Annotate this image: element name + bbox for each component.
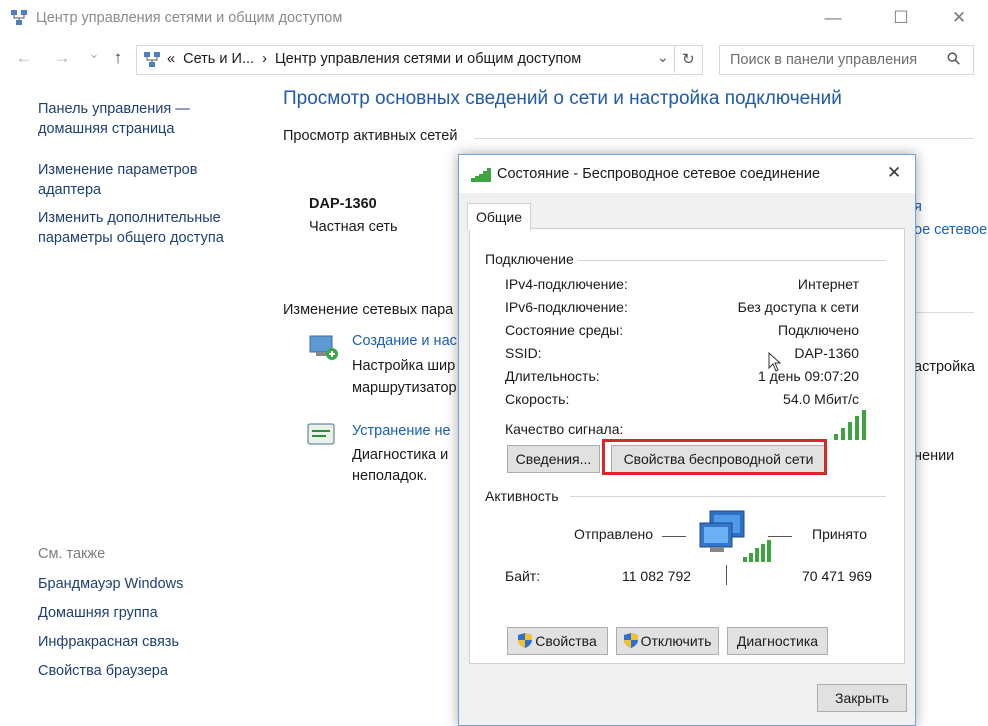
recent-pages-button[interactable]: ⌄ bbox=[82, 42, 106, 66]
activity-divider bbox=[726, 565, 727, 585]
troubleshoot-icon bbox=[307, 423, 335, 445]
create-connection-desc-right: астройка bbox=[914, 359, 975, 375]
create-connection-desc-1: Настройка шир bbox=[352, 358, 456, 374]
disable-button-label: Отключить bbox=[640, 633, 712, 649]
ipv6-value: Без доступа к сети bbox=[737, 299, 859, 315]
media-state-value: Подключено bbox=[778, 322, 859, 338]
sidebar-item-label: домашняя страница bbox=[38, 121, 175, 137]
diagnose-button[interactable]: Диагностика bbox=[727, 627, 828, 655]
new-connection-icon bbox=[309, 335, 338, 360]
active-networks-heading: Просмотр активных сетей bbox=[283, 128, 458, 144]
change-settings-heading: Изменение сетевых пара bbox=[283, 302, 454, 318]
sent-line bbox=[662, 536, 686, 537]
received-line bbox=[768, 536, 792, 537]
details-button[interactable]: Сведения... bbox=[507, 445, 600, 473]
breadcrumb: « Сеть и И... › Центр управления сетями … bbox=[167, 51, 581, 67]
sidebar-item-label: Панель управления — bbox=[38, 101, 190, 117]
network-center-icon bbox=[144, 52, 160, 67]
breadcrumb-separator[interactable]: › bbox=[262, 51, 267, 67]
search-box[interactable]: ⚲ bbox=[719, 45, 974, 75]
tab-general-label: Общие bbox=[476, 209, 523, 225]
activity-signal-icon bbox=[743, 540, 771, 562]
close-dialog-button[interactable]: Закрыть bbox=[817, 684, 907, 712]
sidebar-item-browser[interactable]: Свойства браузера bbox=[38, 661, 168, 681]
address-expand-button[interactable]: ⌄ bbox=[657, 49, 669, 66]
ssid-label: SSID: bbox=[505, 345, 542, 361]
connection-link[interactable]: ое сетевое bbox=[914, 222, 987, 238]
network-type: Частная сеть bbox=[309, 219, 398, 235]
sidebar-item-firewall[interactable]: Брандмауэр Windows bbox=[38, 574, 183, 594]
sidebar-item-sharing[interactable]: Изменить дополнительные параметры общего… bbox=[38, 208, 224, 248]
sidebar-item-infrared[interactable]: Инфракрасная связь bbox=[38, 632, 179, 652]
address-bar[interactable]: « Сеть и И... › Центр управления сетями … bbox=[136, 45, 703, 75]
dialog-close-icon[interactable]: ✕ bbox=[887, 163, 901, 183]
disable-button[interactable]: Отключить bbox=[616, 627, 719, 655]
search-input[interactable] bbox=[728, 49, 947, 71]
window-title: Центр управления сетями и общим доступом bbox=[36, 10, 343, 26]
speed-label: Скорость: bbox=[505, 391, 570, 407]
properties-button[interactable]: Свойства bbox=[507, 627, 608, 655]
ipv4-value: Интернет bbox=[797, 276, 859, 292]
group-divider bbox=[570, 496, 886, 497]
signal-quality-icon bbox=[834, 410, 874, 440]
bytes-label: Байт: bbox=[505, 568, 541, 584]
shield-icon bbox=[623, 633, 638, 648]
connection-group-label: Подключение bbox=[485, 251, 574, 267]
back-button[interactable]: ← bbox=[12, 46, 36, 70]
properties-button-label: Свойства bbox=[535, 633, 597, 649]
see-also-heading: См. также bbox=[38, 546, 106, 562]
troubleshoot-desc-2: неполадок. bbox=[352, 468, 428, 484]
breadcrumb-item-current[interactable]: Центр управления сетями и общим доступом bbox=[275, 51, 581, 67]
group-divider bbox=[578, 260, 886, 261]
troubleshoot-desc-right: нении bbox=[914, 448, 955, 464]
ipv6-label: IPv6-подключение: bbox=[505, 299, 628, 315]
sidebar-item-label: Изменить дополнительные bbox=[38, 210, 221, 226]
speed-value: 54.0 Мбит/с bbox=[783, 391, 859, 407]
ssid-value: DAP-1360 bbox=[794, 345, 859, 361]
network-name: DAP-1360 bbox=[309, 196, 377, 212]
shield-icon bbox=[518, 633, 533, 648]
media-state-label: Состояние среды: bbox=[505, 322, 624, 338]
received-label: Принято bbox=[812, 526, 868, 542]
create-connection-desc-2: маршрутизатор bbox=[352, 380, 457, 396]
dialog-title-bar: Состояние - Беспроводное сетевое соедине… bbox=[459, 155, 915, 193]
sidebar-item-label: параметры общего доступа bbox=[38, 230, 224, 246]
divider bbox=[914, 312, 974, 313]
sidebar-item-homegroup[interactable]: Домашняя группа bbox=[38, 603, 158, 623]
status-dialog: Состояние - Беспроводное сетевое соедине… bbox=[458, 154, 916, 726]
wifi-signal-icon bbox=[471, 168, 491, 182]
tab-general[interactable]: Общие bbox=[467, 203, 531, 230]
sidebar-item-label: Изменение параметров bbox=[38, 162, 198, 178]
forward-button[interactable]: → bbox=[50, 46, 74, 70]
signal-quality-label: Качество сигнала: bbox=[505, 421, 624, 437]
refresh-icon[interactable]: ↻ bbox=[682, 50, 695, 68]
address-divider bbox=[674, 45, 675, 73]
bytes-received-value: 70 471 969 bbox=[802, 568, 873, 584]
mouse-cursor-icon bbox=[768, 352, 782, 372]
up-button[interactable]: ↑ bbox=[106, 46, 130, 70]
breadcrumb-overflow[interactable]: « bbox=[167, 51, 175, 67]
highlight-box bbox=[602, 439, 827, 475]
troubleshoot-link[interactable]: Устранение не bbox=[352, 423, 451, 439]
sidebar-item-adapter[interactable]: Изменение параметров адаптера bbox=[38, 160, 197, 200]
network-center-icon bbox=[11, 10, 27, 25]
sidebar-item-label: адаптера bbox=[38, 182, 102, 198]
close-window-button[interactable]: ✕ bbox=[936, 2, 982, 34]
sent-label: Отправлено bbox=[574, 526, 654, 542]
minimize-button[interactable]: — bbox=[810, 2, 856, 34]
maximize-button[interactable]: ☐ bbox=[878, 2, 924, 34]
duration-label: Длительность: bbox=[505, 368, 600, 384]
breadcrumb-item-network[interactable]: Сеть и И... bbox=[183, 51, 254, 67]
troubleshoot-desc-1: Диагностика и bbox=[352, 447, 449, 463]
tab-panel: Подключение IPv4-подключение: Интернет I… bbox=[469, 228, 905, 664]
title-bar: Центр управления сетями и общим доступом… bbox=[0, 0, 988, 36]
create-connection-link[interactable]: Создание и нас bbox=[352, 333, 457, 349]
bytes-sent-value: 11 082 792 bbox=[622, 568, 692, 584]
dialog-title: Состояние - Беспроводное сетевое соедине… bbox=[497, 166, 821, 182]
sidebar-item-home[interactable]: Панель управления — домашняя страница bbox=[38, 99, 190, 139]
ipv4-label: IPv4-подключение: bbox=[505, 276, 628, 292]
page-title: Просмотр основных сведений о сети и наст… bbox=[283, 88, 842, 109]
activity-group-label: Активность bbox=[485, 488, 559, 504]
divider bbox=[474, 138, 974, 139]
